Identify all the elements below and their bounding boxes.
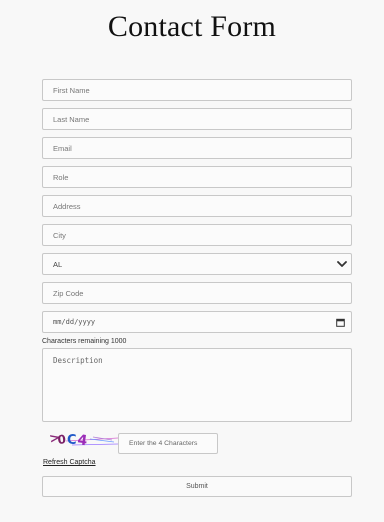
captcha-character: 4 bbox=[76, 432, 88, 449]
first-name-field[interactable] bbox=[42, 79, 352, 101]
chevron-down-icon bbox=[336, 259, 347, 270]
description-field[interactable] bbox=[42, 348, 352, 422]
state-select-value: AL bbox=[53, 259, 63, 269]
role-field[interactable] bbox=[42, 166, 352, 188]
date-field-placeholder: mm/dd/yyyy bbox=[53, 318, 96, 326]
characters-remaining-counter: Characters remaining 1000 bbox=[42, 338, 127, 345]
date-field[interactable]: mm/dd/yyyy bbox=[42, 311, 352, 333]
last-name-field[interactable] bbox=[42, 108, 352, 130]
city-field[interactable] bbox=[42, 224, 352, 246]
captcha-input[interactable] bbox=[118, 433, 218, 454]
state-select[interactable]: AL bbox=[42, 253, 352, 275]
calendar-icon[interactable] bbox=[336, 318, 345, 327]
submit-button[interactable]: Submit bbox=[42, 476, 352, 497]
email-field[interactable] bbox=[42, 137, 352, 159]
address-field[interactable] bbox=[42, 195, 352, 217]
captcha-image: >0 C 4 bbox=[42, 429, 119, 451]
captcha-character: 0 bbox=[57, 432, 67, 447]
zip-code-field[interactable] bbox=[42, 282, 352, 304]
page-title: Contact Form bbox=[107, 10, 277, 43]
captcha-character: C bbox=[67, 433, 77, 448]
refresh-captcha-link[interactable]: Refresh Captcha bbox=[43, 459, 96, 466]
